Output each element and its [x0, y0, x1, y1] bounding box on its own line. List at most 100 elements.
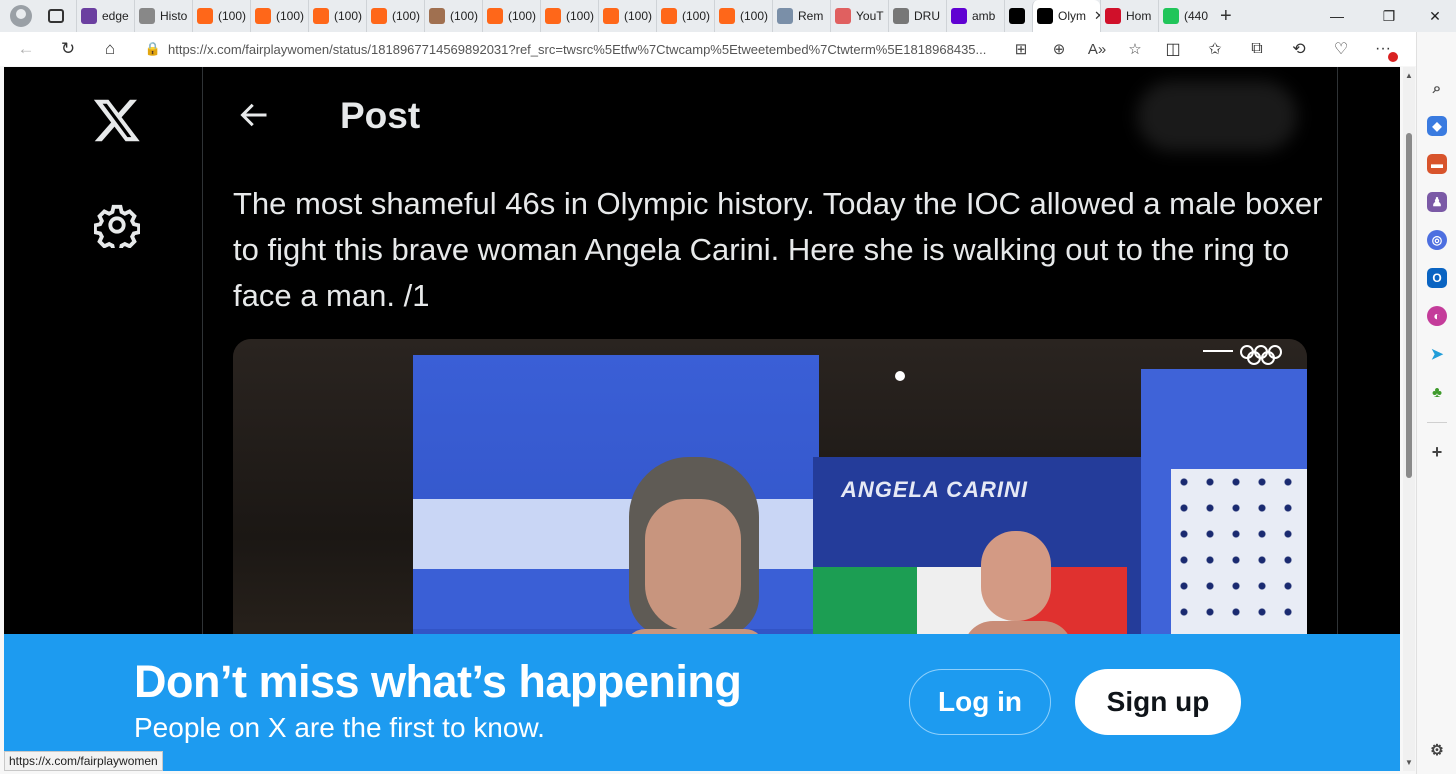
tab-actions-icon[interactable] — [48, 9, 64, 23]
tab-label: Histo — [160, 9, 188, 23]
tab-label: edge — [102, 9, 129, 23]
telegram-icon[interactable]: ➤ — [1427, 344, 1447, 364]
substack-icon — [371, 8, 387, 24]
app-available-icon[interactable]: ⊞ — [1002, 40, 1040, 58]
tab-label: (100) — [740, 9, 769, 23]
sign-up-button[interactable]: Sign up — [1075, 669, 1241, 735]
notification-badge — [1388, 52, 1398, 62]
substack-icon — [313, 8, 329, 24]
browser-tab[interactable]: YouT — [830, 0, 888, 32]
browser-tab[interactable]: (100) — [366, 0, 424, 32]
x-logo-icon[interactable] — [92, 95, 142, 145]
back-button[interactable]: ← — [10, 34, 42, 64]
browser-tab[interactable]: (100) — [308, 0, 366, 32]
scroll-up-arrow[interactable]: ▲ — [1405, 71, 1413, 80]
banner-subtitle: People on X are the first to know. — [134, 712, 545, 743]
split-screen-icon[interactable]: ◫ — [1152, 39, 1194, 59]
substack-icon — [255, 8, 271, 24]
search-icon[interactable]: ⌕ — [1427, 78, 1447, 98]
microsoft-365-icon[interactable]: ◎ — [1427, 230, 1447, 250]
browser-tab[interactable]: Olym✕ — [1032, 0, 1100, 32]
favorite-star-icon[interactable]: ☆ — [1116, 40, 1154, 58]
new-tab-button[interactable]: + — [1220, 5, 1232, 28]
scroll-thumb[interactable] — [1406, 133, 1412, 478]
add-sidebar-item-icon[interactable]: + — [1427, 442, 1447, 462]
browser-tab[interactable]: (100) — [424, 0, 482, 32]
shopping-tag-icon[interactable]: ◆ — [1427, 116, 1447, 136]
tab-label: (100) — [624, 9, 653, 23]
tab-label: (100) — [682, 9, 711, 23]
truth-icon — [1105, 8, 1121, 24]
yahoo-icon — [81, 8, 97, 24]
browser-tab[interactable]: (100) — [598, 0, 656, 32]
blurred-header-element — [1137, 81, 1297, 151]
tree-icon[interactable]: ♣ — [1427, 382, 1447, 402]
history-icon[interactable]: ⟲ — [1278, 39, 1320, 59]
browser-tab[interactable]: (100) — [250, 0, 308, 32]
refresh-button[interactable]: ↻ — [52, 34, 84, 64]
x-icon — [1037, 8, 1053, 24]
browser-tab[interactable]: amb — [946, 0, 1004, 32]
browser-tab[interactable]: edge — [76, 0, 134, 32]
edge-sidebar: ⌕ ◆ ▬ ♟ ◎ O ◐ ➤ ♣ + ⚙ — [1416, 32, 1456, 774]
home-button[interactable]: ⌂ — [94, 34, 126, 64]
substack-icon — [545, 8, 561, 24]
url-text[interactable]: https://x.com/fairplaywomen/status/18189… — [168, 42, 998, 57]
tab-label: (100) — [450, 9, 479, 23]
link-icon — [777, 8, 793, 24]
ok-icon — [1009, 8, 1025, 24]
page-scrollbar[interactable]: ▲ ▼ — [1403, 67, 1415, 771]
lock-icon[interactable]: 🔒 — [138, 41, 168, 57]
profile-avatar[interactable] — [10, 5, 32, 27]
designer-icon[interactable]: ◐ — [1427, 306, 1447, 326]
banner-title: Don’t miss what’s happening — [134, 656, 742, 707]
browser-toolbar: ← ↻ ⌂ 🔒 https://x.com/fairplaywomen/stat… — [0, 32, 1456, 66]
games-icon[interactable]: ♟ — [1427, 192, 1447, 212]
address-bar[interactable]: 🔒 https://x.com/fairplaywomen/status/181… — [138, 34, 1162, 64]
post-header: Post — [203, 67, 1337, 167]
collections-icon[interactable]: ⧉ — [1236, 40, 1278, 58]
tab-list: edge Histo (100) (100) (100) (100) (100) (100) (… — [76, 0, 1210, 32]
substack-icon — [603, 8, 619, 24]
substack-icon — [661, 8, 677, 24]
browser-tab[interactable]: (100) — [714, 0, 772, 32]
history-icon — [139, 8, 155, 24]
settings-gear-icon[interactable] — [94, 202, 140, 248]
substack-icon — [719, 8, 735, 24]
browser-tab[interactable]: Rem — [772, 0, 830, 32]
browser-tab[interactable] — [1004, 0, 1032, 32]
gab-icon — [1163, 8, 1179, 24]
browser-tab[interactable]: Histo — [134, 0, 192, 32]
outlook-icon[interactable]: O — [1427, 268, 1447, 288]
drudge-icon — [893, 8, 909, 24]
scroll-down-arrow[interactable]: ▼ — [1405, 758, 1413, 767]
tab-label: (100) — [334, 9, 363, 23]
tweet-text: The most shameful 46s in Olympic history… — [233, 186, 1323, 313]
sidebar-settings-icon[interactable]: ⚙ — [1427, 740, 1447, 760]
read-aloud-icon[interactable]: A» — [1078, 41, 1116, 58]
browser-tab[interactable]: (100) — [656, 0, 714, 32]
more-menu-icon[interactable]: ··· — [1362, 40, 1404, 62]
browser-tab[interactable]: (100) — [540, 0, 598, 32]
minimize-button[interactable]: — — [1314, 0, 1360, 32]
signup-banner: Don’t miss what’s happening People on X … — [4, 634, 1400, 771]
tab-label: amb — [972, 9, 996, 23]
tab-label: (100) — [276, 9, 305, 23]
zoom-icon[interactable]: ⊕ — [1040, 40, 1078, 58]
close-window-button[interactable]: ✕ — [1412, 0, 1456, 32]
favorites-icon[interactable]: ✩ — [1194, 39, 1236, 59]
browser-tab[interactable]: (440 — [1158, 0, 1210, 32]
tab-label: (100) — [392, 9, 421, 23]
browser-essentials-icon[interactable]: ♡ — [1320, 39, 1362, 59]
restore-button[interactable]: ❐ — [1366, 0, 1412, 32]
tweet-video[interactable]: ANGELA CARINI — [233, 339, 1307, 669]
browser-tab[interactable]: Hom — [1100, 0, 1158, 32]
tools-briefcase-icon[interactable]: ▬ — [1427, 154, 1447, 174]
log-in-button[interactable]: Log in — [909, 669, 1051, 735]
tab-label: (440 — [1184, 9, 1209, 23]
browser-tab[interactable]: DRU — [888, 0, 946, 32]
tab-label: Olym — [1058, 9, 1086, 23]
back-arrow-icon[interactable] — [235, 97, 271, 133]
browser-tab[interactable]: (100) — [192, 0, 250, 32]
browser-tab[interactable]: (100) — [482, 0, 540, 32]
